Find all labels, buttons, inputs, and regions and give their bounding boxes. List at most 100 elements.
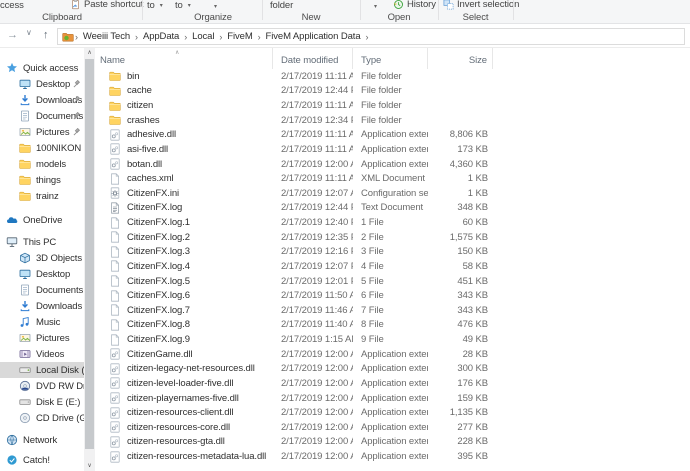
file-row-citizenfx-log-1[interactable]: CitizenFX.log.1 2/17/2019 12:40 PM 1 Fil…: [95, 215, 690, 230]
sidebar-item-music[interactable]: Music: [0, 314, 84, 330]
sidebar-item-desktop[interactable]: Desktop: [0, 76, 84, 92]
sidebar-item-trainz[interactable]: trainz: [0, 188, 84, 204]
file-row-crashes[interactable]: crashes 2/17/2019 12:34 PM File folder: [95, 113, 690, 128]
file-row-citizen-resources-core-dll[interactable]: citizen-resources-core.dll 2/17/2019 12:…: [95, 420, 690, 435]
dll-icon: [109, 363, 121, 375]
ribbon-divider: [142, 0, 143, 20]
sidebar-item-disk-e-e[interactable]: Disk E (E:): [0, 394, 84, 410]
file-row-citizen-resources-metadata-lua-dll[interactable]: citizen-resources-metadata-lua.dll 2/17/…: [95, 449, 690, 464]
file-size: 28 KB: [428, 349, 493, 360]
copy-to-button[interactable]: to: [175, 0, 191, 11]
column-header-name[interactable]: Name: [95, 48, 273, 69]
move-to-button[interactable]: to: [147, 0, 163, 11]
paste-shortcut-button[interactable]: Paste shortcut: [70, 0, 143, 10]
sidebar-item-dvd-rw-drive-i[interactable]: DVD RW Drive (I: [0, 378, 84, 394]
column-header-size[interactable]: Size: [428, 48, 493, 69]
sidebar-item-catch[interactable]: Catch!: [0, 452, 84, 468]
file-row-citizen-resources-client-dll[interactable]: citizen-resources-client.dll 2/17/2019 1…: [95, 405, 690, 420]
file-row-cache[interactable]: cache 2/17/2019 12:44 PM File folder: [95, 84, 690, 99]
file-row-bin[interactable]: bin 2/17/2019 11:11 A… File folder: [95, 69, 690, 84]
history-button[interactable]: History: [393, 0, 436, 10]
file-date-modified: 2/17/2019 12:01 PM: [273, 276, 353, 287]
address-bar: Weeiii Tech AppData Local FiveM FiveM Ap…: [0, 25, 690, 48]
forward-button[interactable]: [7, 29, 18, 41]
file-row-citizenfx-log-7[interactable]: CitizenFX.log.7 2/17/2019 11:46 A… 7 Fil…: [95, 303, 690, 318]
file-row-citizenfx-log-3[interactable]: CitizenFX.log.3 2/17/2019 12:16 PM 3 Fil…: [95, 245, 690, 260]
file-row-citizenfx-log-9[interactable]: CitizenFX.log.9 2/17/2019 1:15 AM 9 File…: [95, 332, 690, 347]
file-row-citizenfx-log-6[interactable]: CitizenFX.log.6 2/17/2019 11:50 A… 6 Fil…: [95, 288, 690, 303]
file-row-caches-xml[interactable]: caches.xml 2/17/2019 11:11 A… XML Docume…: [95, 171, 690, 186]
sidebar-item-network[interactable]: Network: [0, 432, 84, 448]
sidebar-item-documents[interactable]: Documents: [0, 282, 84, 298]
sidebar-item-this-pc[interactable]: This PC: [0, 234, 84, 250]
breadcrumb-segment-fivem[interactable]: FiveM: [223, 31, 256, 42]
open-dropdown-caret-icon[interactable]: ▾: [374, 3, 377, 10]
invert-selection-button[interactable]: Invert selection: [443, 0, 519, 10]
delete-dropdown-caret-icon[interactable]: ▾: [214, 3, 217, 10]
sidebar-item-quick-access[interactable]: Quick access: [0, 60, 84, 76]
file-row-botan-dll[interactable]: botan.dll 2/17/2019 12:00 A… Application…: [95, 157, 690, 172]
scroll-up-icon[interactable]: [84, 48, 95, 58]
sidebar-item-pictures[interactable]: Pictures: [0, 124, 84, 140]
dll-icon: [109, 451, 121, 463]
file-name: citizen-resources-gta.dll: [127, 436, 225, 447]
file-row-citizenfx-log-4[interactable]: CitizenFX.log.4 2/17/2019 12:07 PM 4 Fil…: [95, 259, 690, 274]
breadcrumb-segment-local[interactable]: Local: [188, 31, 218, 42]
sidebar-item-cd-drive-g[interactable]: CD Drive (G:): [0, 410, 84, 426]
up-one-level-button[interactable]: [43, 29, 48, 41]
address-box[interactable]: Weeiii Tech AppData Local FiveM FiveM Ap…: [57, 28, 685, 45]
file-row-citizengame-dll[interactable]: CitizenGame.dll 2/17/2019 12:00 A… Appli…: [95, 347, 690, 362]
sidebar-item-onedrive[interactable]: OneDrive: [0, 212, 84, 228]
dll-icon: [109, 421, 121, 433]
new-folder-button-partial[interactable]: folder: [270, 0, 293, 11]
sidebar-item-downloads[interactable]: Downloads: [0, 298, 84, 314]
column-header-date-modified[interactable]: Date modified: [273, 48, 353, 69]
sidebar-item-pictures[interactable]: Pictures: [0, 330, 84, 346]
sidebar-item-local-disk-c[interactable]: Local Disk (C:): [0, 362, 84, 378]
sidebar-item-videos[interactable]: Videos: [0, 346, 84, 362]
file-row-citizenfx-log-8[interactable]: CitizenFX.log.8 2/17/2019 11:40 A… 8 Fil…: [95, 318, 690, 333]
sort-ascending-icon: [175, 49, 179, 56]
page-icon: [109, 304, 121, 316]
download-icon: [19, 300, 31, 312]
sidebar-item-things[interactable]: things: [0, 172, 84, 188]
file-name: crashes: [127, 115, 160, 126]
scrollbar-thumb[interactable]: [85, 59, 94, 449]
file-name: citizen-level-loader-five.dll: [127, 378, 233, 389]
file-row-citizenfx-log-5[interactable]: CitizenFX.log.5 2/17/2019 12:01 PM 5 Fil…: [95, 274, 690, 289]
file-row-citizenfx-log[interactable]: CitizenFX.log 2/17/2019 12:44 PM Text Do…: [95, 201, 690, 216]
sidebar-item-documents[interactable]: Documents: [0, 108, 84, 124]
file-row-citizen-resources-gta-dll[interactable]: citizen-resources-gta.dll 2/17/2019 12:0…: [95, 435, 690, 450]
scroll-down-icon[interactable]: [84, 461, 95, 471]
file-row-citizen-legacy-net-resources-dll[interactable]: citizen-legacy-net-resources.dll 2/17/20…: [95, 362, 690, 377]
sidebar-item-downloads[interactable]: Downloads: [0, 92, 84, 108]
page-icon: [109, 173, 121, 185]
file-row-citizenfx-ini[interactable]: CitizenFX.ini 2/17/2019 12:07 A… Configu…: [95, 186, 690, 201]
breadcrumb-segment-weeiii-tech[interactable]: Weeiii Tech: [79, 31, 134, 42]
file-size: 58 KB: [428, 261, 493, 272]
column-header-type[interactable]: Type: [353, 48, 428, 69]
file-name: CitizenFX.log.2: [127, 232, 190, 243]
file-row-adhesive-dll[interactable]: adhesive.dll 2/17/2019 11:11 A… Applicat…: [95, 128, 690, 143]
sidebar-item-models[interactable]: models: [0, 156, 84, 172]
sidebar-item-3d-objects[interactable]: 3D Objects: [0, 250, 84, 266]
sidebar-item-desktop[interactable]: Desktop: [0, 266, 84, 282]
file-date-modified: 2/17/2019 12:40 PM: [273, 217, 353, 228]
file-row-citizen[interactable]: citizen 2/17/2019 11:11 A… File folder: [95, 98, 690, 113]
sidebar-scrollbar[interactable]: [84, 48, 95, 471]
file-row-citizen-level-loader-five-dll[interactable]: citizen-level-loader-five.dll 2/17/2019 …: [95, 376, 690, 391]
file-row-asi-five-dll[interactable]: asi-five.dll 2/17/2019 11:11 A… Applicat…: [95, 142, 690, 157]
breadcrumb-segment-fivem-application-data[interactable]: FiveM Application Data: [262, 31, 365, 42]
file-size: 348 KB: [428, 202, 493, 213]
file-row-citizenfx-log-2[interactable]: CitizenFX.log.2 2/17/2019 12:35 PM 2 Fil…: [95, 230, 690, 245]
fivem-folder-icon: [62, 31, 74, 43]
file-date-modified: 2/17/2019 12:00 A…: [273, 436, 353, 447]
breadcrumb-segment-appdata[interactable]: AppData: [139, 31, 183, 42]
file-type: 3 File: [353, 246, 428, 257]
file-row-citizen-playernames-five-dll[interactable]: citizen-playernames-five.dll 2/17/2019 1…: [95, 391, 690, 406]
file-name: citizen-legacy-net-resources.dll: [127, 363, 255, 374]
file-date-modified: 2/17/2019 12:07 A…: [273, 188, 353, 199]
recent-locations-dropdown[interactable]: [26, 28, 32, 37]
sidebar-item-100nikon[interactable]: 100NIKON: [0, 140, 84, 156]
cloud-icon: [6, 214, 18, 226]
